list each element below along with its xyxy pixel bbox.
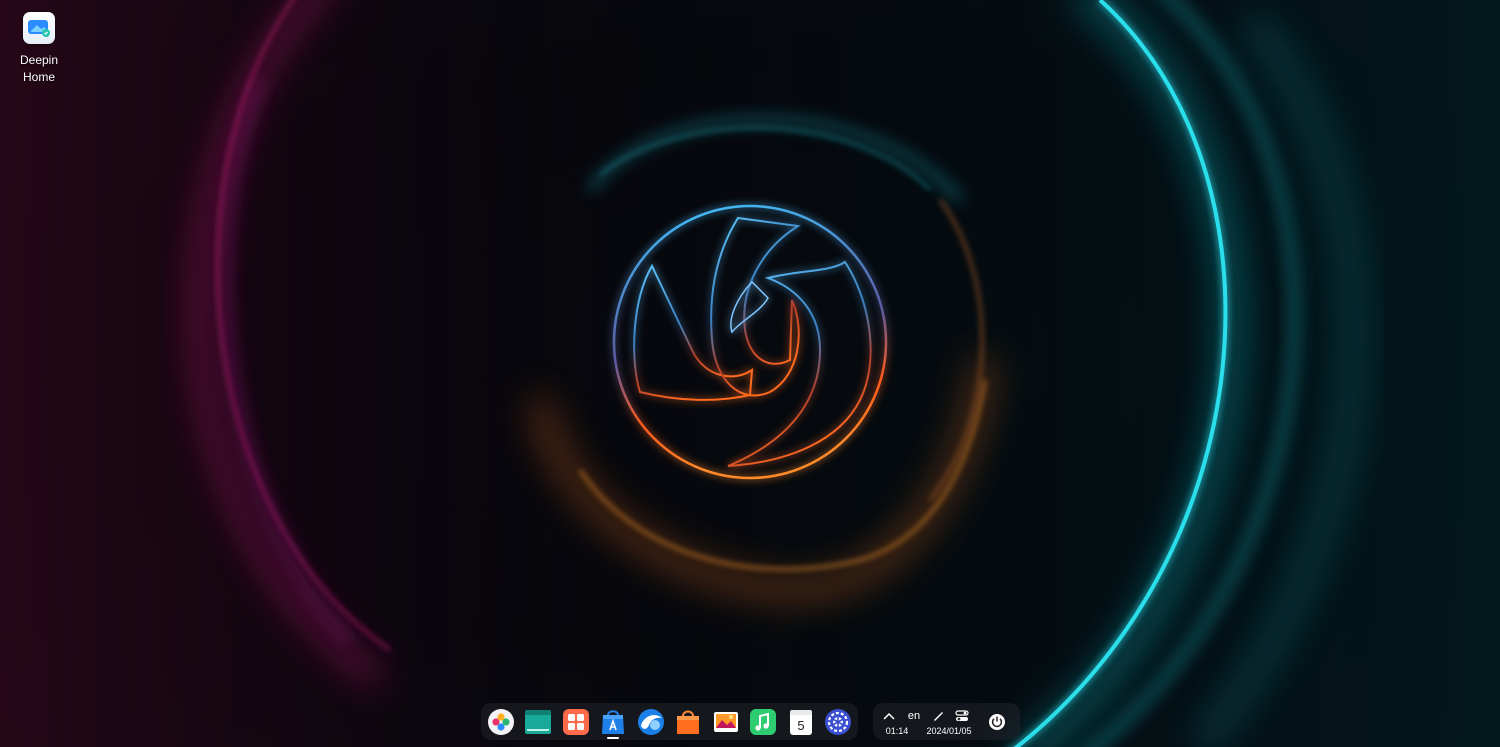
calendar-icon: 5 xyxy=(789,709,812,735)
power-icon xyxy=(989,714,1005,730)
dock-app-app-store[interactable] xyxy=(598,707,627,739)
chevron-up-icon xyxy=(883,712,895,720)
dock-app-bar: 5 xyxy=(481,703,858,740)
dock-app-launcher[interactable] xyxy=(486,707,515,736)
desktop-icon-deepin-home[interactable]: Deepin Home xyxy=(10,12,68,86)
running-indicator xyxy=(607,737,619,739)
tray-expand-button[interactable] xyxy=(882,709,896,723)
dock-app-file-manager[interactable] xyxy=(673,707,702,736)
desktop-icon-label-line1: Deepin xyxy=(19,53,59,67)
dock-app-multitasking[interactable] xyxy=(561,707,590,736)
file-manager-icon xyxy=(676,710,699,734)
browser-icon xyxy=(637,708,664,735)
control-toggles-icon xyxy=(955,710,969,721)
desktop-wallpaper xyxy=(0,0,1500,747)
launcher-icon xyxy=(487,708,514,735)
tray-control-toggles[interactable] xyxy=(954,709,970,723)
music-icon xyxy=(749,708,776,735)
pen-icon xyxy=(934,712,943,721)
deepin-home-icon xyxy=(23,12,55,44)
settings-icon xyxy=(824,708,851,735)
tray-power-button[interactable] xyxy=(987,712,1007,732)
dock-app-image-viewer[interactable] xyxy=(711,707,740,736)
desktop-icon-label: Deepin Home xyxy=(10,52,68,86)
tray-clock-date[interactable]: 2024/01/05 xyxy=(923,725,975,737)
app-store-icon xyxy=(601,709,624,734)
desktop-icon-label-line2: Home xyxy=(22,70,55,84)
tray-clock-time[interactable]: 01:14 xyxy=(880,725,914,737)
dock-app-browser[interactable] xyxy=(636,707,665,736)
dock-system-tray: en 01:14 2024/01/05 xyxy=(873,703,1020,740)
dock-app-terminal[interactable] xyxy=(523,707,552,736)
dock-app-control-center[interactable] xyxy=(823,707,852,736)
image-viewer-icon xyxy=(713,711,738,732)
tray-language-indicator[interactable]: en xyxy=(903,709,925,723)
dock-app-calendar[interactable]: 5 xyxy=(786,707,815,736)
calendar-day: 5 xyxy=(797,718,804,733)
dock-app-music[interactable] xyxy=(748,707,777,736)
tray-pen-button[interactable] xyxy=(931,709,945,723)
terminal-icon xyxy=(524,709,551,734)
multitasking-icon xyxy=(562,708,589,735)
